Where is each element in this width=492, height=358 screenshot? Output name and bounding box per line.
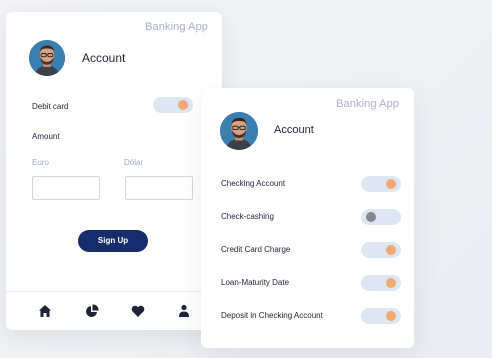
- avatar: [220, 112, 258, 150]
- dollar-input[interactable]: [125, 176, 193, 200]
- loan-maturity-toggle[interactable]: [361, 275, 401, 291]
- euro-label: Euro: [32, 158, 49, 167]
- home-icon[interactable]: [37, 303, 53, 319]
- debit-card-label: Debit card: [32, 102, 69, 111]
- deposit-checking-toggle[interactable]: [361, 308, 401, 324]
- setting-label: Checking Account: [221, 179, 286, 188]
- setting-label: Deposit in Checking Account: [221, 311, 323, 320]
- bottom-tab-bar: [6, 291, 222, 330]
- user-icon[interactable]: [176, 303, 192, 319]
- pie-chart-icon[interactable]: [84, 303, 100, 319]
- toggle-knob: [386, 311, 396, 321]
- credit-card-charge-toggle[interactable]: [361, 242, 401, 258]
- amount-label: Amount: [32, 132, 60, 141]
- dollar-label: Dólar: [124, 158, 144, 167]
- check-cashing-toggle[interactable]: [361, 209, 401, 225]
- account-name: Account: [82, 51, 126, 65]
- account-settings-card: Banking App Account Checking Account Che…: [201, 88, 414, 348]
- sign-up-button[interactable]: Sign Up: [78, 230, 148, 252]
- app-title: Banking App: [336, 98, 399, 110]
- setting-label: Credit Card Charge: [221, 245, 291, 254]
- checking-account-toggle[interactable]: [361, 176, 401, 192]
- toggle-knob: [178, 100, 188, 110]
- setting-label: Check-cashing: [221, 212, 274, 221]
- account-card-signup: Banking App Account Debit card Amount Eu…: [6, 12, 222, 330]
- heart-icon[interactable]: [130, 303, 146, 319]
- toggle-knob: [386, 278, 396, 288]
- toggle-knob: [386, 179, 396, 189]
- toggle-knob: [386, 245, 396, 255]
- avatar: [29, 40, 65, 76]
- account-name: Account: [274, 124, 314, 136]
- debit-card-toggle[interactable]: [153, 97, 193, 113]
- app-title: Banking App: [145, 21, 208, 33]
- euro-input[interactable]: [32, 176, 100, 200]
- toggle-knob: [366, 212, 376, 222]
- setting-label: Loan-Maturity Date: [221, 278, 290, 287]
